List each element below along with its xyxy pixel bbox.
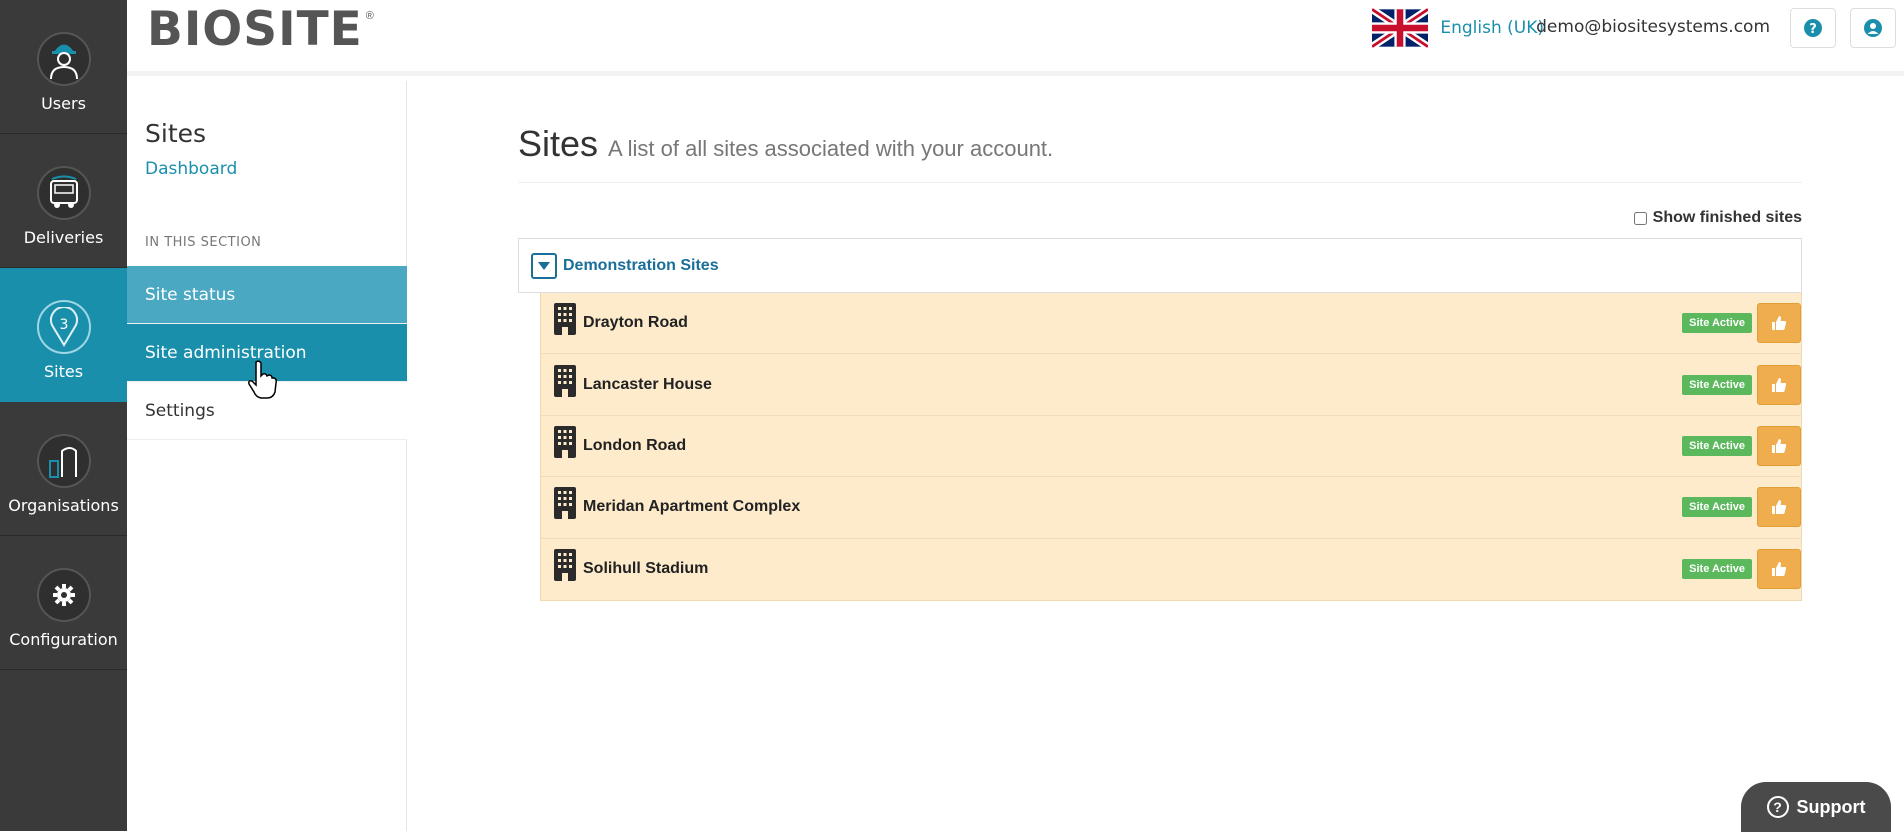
truck-icon — [36, 166, 91, 220]
building-icon — [554, 364, 576, 397]
divider — [518, 182, 1802, 183]
user-email: demo@biositesystems.com — [1536, 17, 1770, 37]
main-nav: Users Deliveries 3 Sites Organisations C… — [0, 0, 127, 831]
thumbs-up-icon — [1772, 562, 1787, 577]
status-badge: Site Active — [1682, 313, 1752, 334]
collapse-toggle-button[interactable] — [531, 252, 557, 279]
site-list: Drayton Road Site Active Lancaster House… — [540, 293, 1802, 601]
site-row[interactable]: Meridan Apartment Complex Site Active — [541, 477, 1801, 539]
biosite-logo[interactable]: BIOSITE ® — [147, 6, 374, 53]
menu-item-settings[interactable]: Settings — [127, 382, 407, 440]
show-finished-toggle[interactable]: Show finished sites — [1633, 209, 1802, 227]
svg-text:?: ? — [1809, 22, 1817, 37]
show-finished-label: Show finished sites — [1652, 209, 1802, 226]
thumbs-up-icon — [1772, 316, 1787, 331]
worker-icon — [36, 32, 91, 86]
approve-button[interactable] — [1757, 549, 1801, 590]
nav-label: Configuration — [9, 630, 118, 649]
language-selector[interactable]: English (UK) — [1372, 8, 1544, 48]
top-header: BIOSITE ® English (UK) demo@biositesyste… — [127, 0, 1904, 76]
account-button[interactable] — [1850, 8, 1896, 48]
nav-item-users[interactable]: Users — [0, 0, 127, 134]
user-circle-icon — [1864, 19, 1882, 37]
nav-item-organisations[interactable]: Organisations — [0, 402, 127, 536]
thumbs-up-icon — [1772, 377, 1787, 392]
site-name[interactable]: Drayton Road — [583, 314, 1682, 332]
site-group-label[interactable]: Demonstration Sites — [563, 257, 719, 275]
status-badge: Site Active — [1682, 497, 1752, 518]
page-title: Sites — [518, 123, 599, 164]
thumbs-up-icon — [1772, 500, 1787, 515]
language-label: English (UK) — [1440, 18, 1544, 38]
support-label: Support — [1796, 796, 1866, 817]
gear-icon — [36, 568, 91, 622]
site-row[interactable]: Lancaster House Site Active — [541, 354, 1801, 416]
nav-label: Organisations — [8, 496, 119, 515]
logo-text: BIOSITE — [147, 2, 363, 57]
uk-flag-icon — [1372, 8, 1429, 48]
building-icon — [554, 487, 576, 520]
question-icon: ? — [1766, 796, 1789, 818]
caret-down-icon — [538, 261, 550, 270]
status-badge: Site Active — [1682, 374, 1752, 395]
site-name[interactable]: Meridan Apartment Complex — [583, 498, 1682, 516]
building-icon — [554, 549, 576, 582]
buildings-icon — [36, 434, 91, 488]
building-icon — [554, 303, 576, 336]
help-button[interactable]: ? — [1790, 8, 1836, 48]
map-pin-icon: 3 — [36, 300, 91, 354]
in-this-section-heading: IN THIS SECTION — [145, 235, 262, 250]
nav-item-configuration[interactable]: Configuration — [0, 536, 127, 670]
status-badge: Site Active — [1682, 435, 1752, 456]
menu-item-site-status[interactable]: Site status — [127, 266, 407, 324]
nav-label: Users — [41, 94, 86, 113]
approve-button[interactable] — [1757, 364, 1801, 405]
approve-button[interactable] — [1757, 303, 1801, 344]
question-circle-icon: ? — [1804, 19, 1822, 37]
thumbs-up-icon — [1772, 438, 1787, 453]
page-subtitle: A list of all sites associated with your… — [608, 136, 1054, 161]
site-group-header[interactable]: Demonstration Sites — [518, 238, 1802, 293]
approve-button[interactable] — [1757, 487, 1801, 528]
site-name[interactable]: Lancaster House — [583, 376, 1682, 394]
page-heading: Sites A list of all sites associated wit… — [518, 123, 1053, 165]
support-button[interactable]: ? Support — [1741, 782, 1891, 832]
nav-item-deliveries[interactable]: Deliveries — [0, 134, 127, 268]
menu-item-site-administration[interactable]: Site administration — [127, 324, 407, 382]
dashboard-link[interactable]: Dashboard — [145, 159, 237, 179]
status-badge: Site Active — [1682, 559, 1752, 580]
site-row[interactable]: Solihull Stadium Site Active — [541, 538, 1801, 600]
nav-item-sites[interactable]: 3 Sites — [0, 268, 127, 402]
svg-text:3: 3 — [59, 317, 68, 333]
nav-label: Deliveries — [23, 228, 104, 247]
site-name[interactable]: Solihull Stadium — [583, 560, 1682, 578]
nav-label: Sites — [43, 362, 84, 381]
registered-mark: ® — [365, 10, 374, 22]
site-name[interactable]: London Road — [583, 437, 1682, 455]
site-row[interactable]: Drayton Road Site Active — [541, 293, 1801, 355]
site-row[interactable]: London Road Site Active — [541, 415, 1801, 478]
building-icon — [554, 425, 576, 458]
show-finished-checkbox[interactable] — [1633, 211, 1647, 225]
section-title: Sites — [145, 119, 207, 148]
approve-button[interactable] — [1757, 425, 1801, 466]
section-menu: Sites Dashboard IN THIS SECTION Site sta… — [127, 81, 407, 831]
